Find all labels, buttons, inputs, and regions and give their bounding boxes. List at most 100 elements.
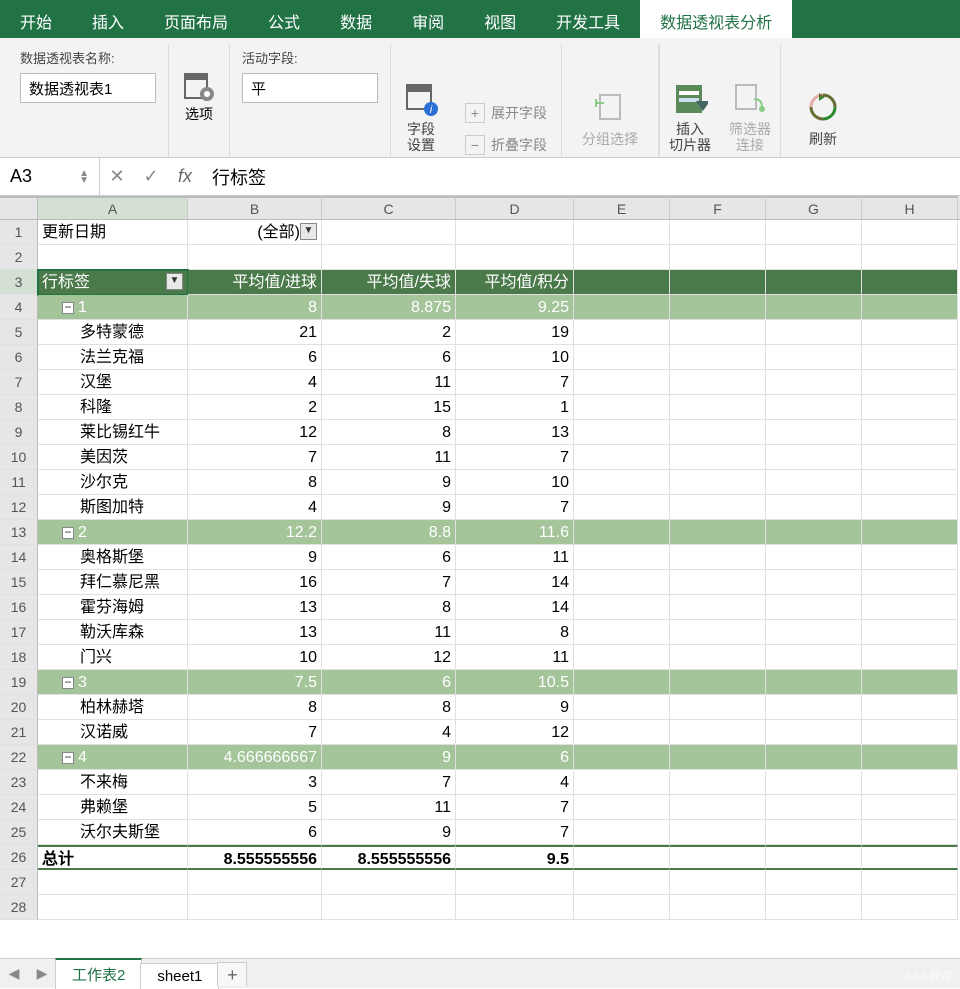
cell[interactable]: 奥格斯堡: [38, 545, 188, 570]
cell[interactable]: [574, 895, 670, 920]
cell[interactable]: 6: [188, 820, 322, 845]
cell[interactable]: [38, 895, 188, 920]
sheet-tab[interactable]: 工作表2: [55, 958, 142, 989]
cell[interactable]: 14: [456, 595, 574, 620]
field-settings-button[interactable]: i 字段 设置: [391, 44, 451, 157]
cell[interactable]: [670, 720, 766, 745]
cell[interactable]: (全部)▼: [188, 220, 322, 245]
cell[interactable]: 6: [322, 545, 456, 570]
cell[interactable]: −3: [38, 670, 188, 695]
cell[interactable]: 8.875: [322, 295, 456, 320]
cell[interactable]: [766, 495, 862, 520]
cell[interactable]: 8: [456, 620, 574, 645]
cell[interactable]: [456, 245, 574, 270]
cell[interactable]: [670, 870, 766, 895]
cell[interactable]: 更新日期: [38, 220, 188, 245]
cell[interactable]: [574, 270, 670, 295]
cell[interactable]: 9.25: [456, 295, 574, 320]
cell[interactable]: [670, 695, 766, 720]
ribbon-tab-7[interactable]: 开发工具: [536, 0, 640, 38]
expand-field-button[interactable]: +展开字段: [461, 101, 551, 125]
formula-input[interactable]: [202, 162, 960, 191]
cell[interactable]: [766, 720, 862, 745]
ribbon-tab-0[interactable]: 开始: [0, 0, 72, 38]
row-header[interactable]: 12: [0, 495, 38, 520]
column-header[interactable]: A: [38, 196, 188, 219]
row-header[interactable]: 11: [0, 470, 38, 495]
cell[interactable]: 12: [322, 645, 456, 670]
cell[interactable]: [766, 220, 862, 245]
cell[interactable]: [766, 245, 862, 270]
cell[interactable]: [670, 670, 766, 695]
ribbon-tab-1[interactable]: 插入: [72, 0, 144, 38]
cell[interactable]: [574, 520, 670, 545]
cell[interactable]: [574, 595, 670, 620]
cell[interactable]: [574, 295, 670, 320]
cell[interactable]: 10: [456, 345, 574, 370]
cancel-formula-button[interactable]: ✕: [100, 166, 134, 187]
cell[interactable]: [670, 770, 766, 795]
cell[interactable]: 21: [188, 320, 322, 345]
cell[interactable]: 7: [456, 795, 574, 820]
cell[interactable]: 13: [188, 620, 322, 645]
cell[interactable]: [670, 220, 766, 245]
cell[interactable]: [766, 545, 862, 570]
row-header[interactable]: 26: [0, 845, 38, 870]
row-header[interactable]: 13: [0, 520, 38, 545]
cell[interactable]: 10: [456, 470, 574, 495]
cell[interactable]: 平均值/积分: [456, 270, 574, 295]
row-header[interactable]: 25: [0, 820, 38, 845]
column-header[interactable]: E: [574, 196, 670, 219]
cell[interactable]: 16: [188, 570, 322, 595]
cell[interactable]: 4: [456, 770, 574, 795]
row-header[interactable]: 27: [0, 870, 38, 895]
cell[interactable]: 3: [188, 770, 322, 795]
collapse-field-button[interactable]: −折叠字段: [461, 133, 551, 157]
cell[interactable]: [862, 420, 958, 445]
cell[interactable]: [766, 845, 862, 870]
cell[interactable]: [766, 445, 862, 470]
cell[interactable]: [862, 820, 958, 845]
cell[interactable]: 弗赖堡: [38, 795, 188, 820]
cell[interactable]: 7: [322, 570, 456, 595]
cell[interactable]: 6: [188, 345, 322, 370]
cell[interactable]: 6: [322, 670, 456, 695]
cell[interactable]: [456, 895, 574, 920]
row-header[interactable]: 28: [0, 895, 38, 920]
cell[interactable]: 9: [322, 495, 456, 520]
cell[interactable]: [670, 420, 766, 445]
cell[interactable]: 门兴: [38, 645, 188, 670]
ribbon-tab-8[interactable]: 数据透视表分析: [640, 0, 792, 38]
sheet-tab[interactable]: sheet1: [140, 963, 219, 989]
insert-slicer-button[interactable]: 插入 切片器: [660, 44, 720, 157]
cell[interactable]: 6: [456, 745, 574, 770]
cell[interactable]: [862, 245, 958, 270]
cell[interactable]: [574, 695, 670, 720]
cell[interactable]: −2: [38, 520, 188, 545]
cell[interactable]: [766, 620, 862, 645]
cell[interactable]: [670, 245, 766, 270]
cell[interactable]: 9: [456, 695, 574, 720]
filter-dropdown[interactable]: ▼: [300, 223, 317, 240]
cell[interactable]: [862, 895, 958, 920]
cell[interactable]: [38, 245, 188, 270]
cell[interactable]: [766, 420, 862, 445]
cell[interactable]: [766, 820, 862, 845]
collapse-toggle[interactable]: −: [62, 527, 74, 539]
cell[interactable]: [766, 745, 862, 770]
cell[interactable]: [574, 420, 670, 445]
cell[interactable]: [766, 795, 862, 820]
cell[interactable]: [766, 370, 862, 395]
cell[interactable]: [862, 670, 958, 695]
cell[interactable]: [456, 220, 574, 245]
cell[interactable]: [766, 770, 862, 795]
cell[interactable]: 11: [322, 620, 456, 645]
cell[interactable]: [670, 295, 766, 320]
cell[interactable]: 11: [322, 445, 456, 470]
cell[interactable]: [670, 470, 766, 495]
cell[interactable]: [862, 770, 958, 795]
cell[interactable]: [862, 620, 958, 645]
cell[interactable]: 9: [322, 470, 456, 495]
cell[interactable]: 9: [322, 745, 456, 770]
cell[interactable]: 4: [188, 495, 322, 520]
